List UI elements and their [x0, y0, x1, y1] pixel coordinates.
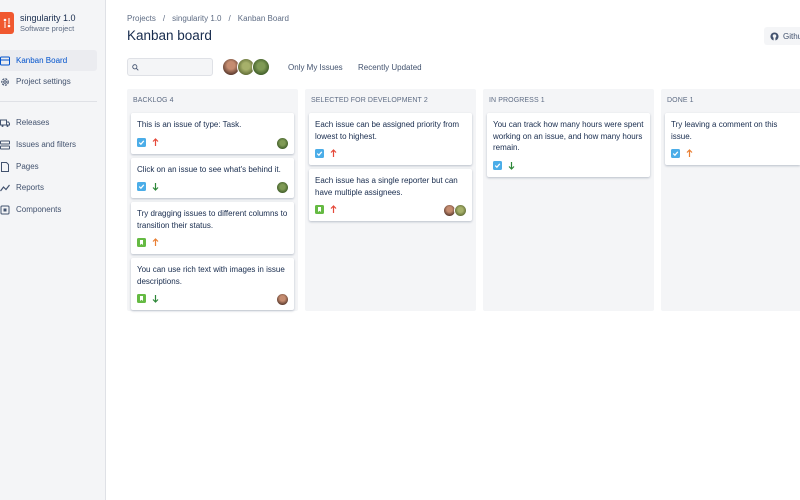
project-name: singularity 1.0: [20, 12, 76, 23]
column-title: BACKLOG 4: [133, 97, 174, 104]
sidebar-item-label: Releases: [16, 118, 50, 127]
issue-card[interactable]: This is an issue of type: Task.: [131, 113, 294, 154]
card-title: Each issue has a single reporter but can…: [315, 176, 458, 197]
column-in-progress: IN PROGRESS 1 You can track how many hou…: [483, 89, 654, 311]
card-title: You can track how many hours were spent …: [493, 120, 644, 152]
search-box[interactable]: [127, 58, 213, 76]
trend-icon: [0, 183, 10, 193]
issue-card[interactable]: You can track how many hours were spent …: [487, 113, 650, 177]
sidebar-item-components[interactable]: Components: [0, 199, 97, 220]
sidebar-item-pages[interactable]: Pages: [0, 156, 97, 177]
task-type-icon: [137, 182, 146, 191]
priority-medium-icon: [151, 238, 159, 247]
sidebar-item-kanban-board[interactable]: Kanban Board: [0, 50, 97, 71]
github-label: Github: [783, 31, 800, 41]
card-title: Each issue can be assigned priority from…: [315, 120, 460, 141]
search-input[interactable]: [142, 62, 212, 72]
search-icon: [132, 63, 139, 71]
sidebar-item-project-settings[interactable]: Project settings: [0, 71, 97, 92]
task-type-icon: [137, 137, 146, 147]
page-title: Kanban board: [127, 28, 212, 43]
breadcrumb: Projects / singularity 1.0 / Kanban Boar…: [127, 14, 289, 23]
breadcrumb-item[interactable]: Kanban Board: [238, 14, 289, 23]
card-title: Click on an issue to see what's behind i…: [137, 164, 281, 174]
truck-icon: [0, 118, 10, 128]
column-title: IN PROGRESS 1: [489, 97, 545, 104]
breadcrumb-separator: /: [162, 14, 166, 23]
column-backlog: BACKLOG 4 This is an issue of type: Task…: [127, 89, 298, 311]
priority-high-icon: [329, 205, 337, 214]
issue-card[interactable]: Each issue can be assigned priority from…: [309, 113, 472, 165]
sidebar-item-label: Project settings: [16, 77, 71, 86]
sidebar-item-label: Reports: [16, 183, 45, 192]
sidebar-item-reports[interactable]: Reports: [0, 177, 97, 198]
sidebar-item-releases[interactable]: Releases: [0, 112, 97, 133]
only-my-issues-button[interactable]: Only My Issues: [288, 58, 343, 76]
issue-card[interactable]: You can use rich text with images in iss…: [131, 258, 294, 310]
sidebar-item-label: Pages: [16, 162, 39, 171]
avatar: [276, 293, 289, 306]
column-title: DONE 1: [667, 97, 694, 104]
stack-icon: [0, 140, 10, 150]
sidebar-item-label: Kanban Board: [16, 56, 68, 65]
issue-card[interactable]: Each issue has a single reporter but can…: [309, 169, 472, 221]
card-title: This is an issue of type: Task.: [137, 120, 242, 129]
issue-card[interactable]: Click on an issue to see what's behind i…: [131, 157, 294, 198]
card-title: Try leaving a comment on this issue.: [671, 120, 778, 141]
breadcrumb-separator: /: [228, 14, 231, 23]
priority-low-icon: [151, 182, 159, 191]
priority-high-icon: [329, 149, 337, 158]
gear-icon: [0, 77, 10, 87]
column-done: DONE 1 Try leaving a comment on this iss…: [661, 89, 800, 311]
avatar: [454, 204, 467, 217]
component-icon: [0, 205, 10, 215]
priority-low-icon: [507, 161, 515, 170]
breadcrumb-item[interactable]: Projects: [127, 14, 156, 23]
story-type-icon: [137, 238, 146, 247]
story-type-icon: [137, 294, 146, 303]
column-selected-for-development: SELECTED FOR DEVELOPMENT 2 Each issue ca…: [305, 89, 476, 311]
task-type-icon: [315, 149, 324, 158]
sidebar-item-label: Components: [16, 205, 62, 214]
column-title: SELECTED FOR DEVELOPMENT 2: [311, 97, 428, 104]
card-title: Try dragging issues to different columns…: [137, 209, 288, 230]
card-title: You can use rich text with images in iss…: [137, 265, 285, 286]
sidebar: singularity 1.0 Software project Kanban …: [0, 0, 106, 500]
story-type-icon: [315, 205, 324, 214]
github-button[interactable]: Github: [764, 27, 800, 45]
recently-updated-button[interactable]: Recently Updated: [358, 58, 422, 76]
task-type-icon: [671, 149, 680, 158]
sidebar-item-label: Issues and filters: [16, 140, 77, 149]
github-icon: [770, 31, 779, 41]
user-avatar-filter: [222, 58, 270, 76]
priority-high-icon: [151, 137, 159, 147]
sidebar-divider: [0, 101, 97, 102]
priority-low-icon: [151, 294, 159, 303]
sidebar-item-issues-and-filters[interactable]: Issues and filters: [0, 134, 97, 155]
project-logo-icon: [0, 12, 14, 34]
project-header: singularity 1.0 Software project: [0, 12, 76, 34]
breadcrumb-item[interactable]: singularity 1.0: [172, 14, 221, 23]
project-type: Software project: [20, 23, 75, 33]
avatar: [276, 136, 289, 150]
issue-card[interactable]: Try leaving a comment on this issue.: [665, 113, 800, 165]
avatar: [276, 181, 289, 194]
priority-medium-icon: [685, 149, 693, 158]
board-icon: [0, 56, 10, 66]
issue-card[interactable]: Try dragging issues to different columns…: [131, 202, 294, 254]
avatar[interactable]: [252, 58, 270, 76]
page-icon: [0, 161, 10, 172]
task-type-icon: [493, 160, 502, 170]
